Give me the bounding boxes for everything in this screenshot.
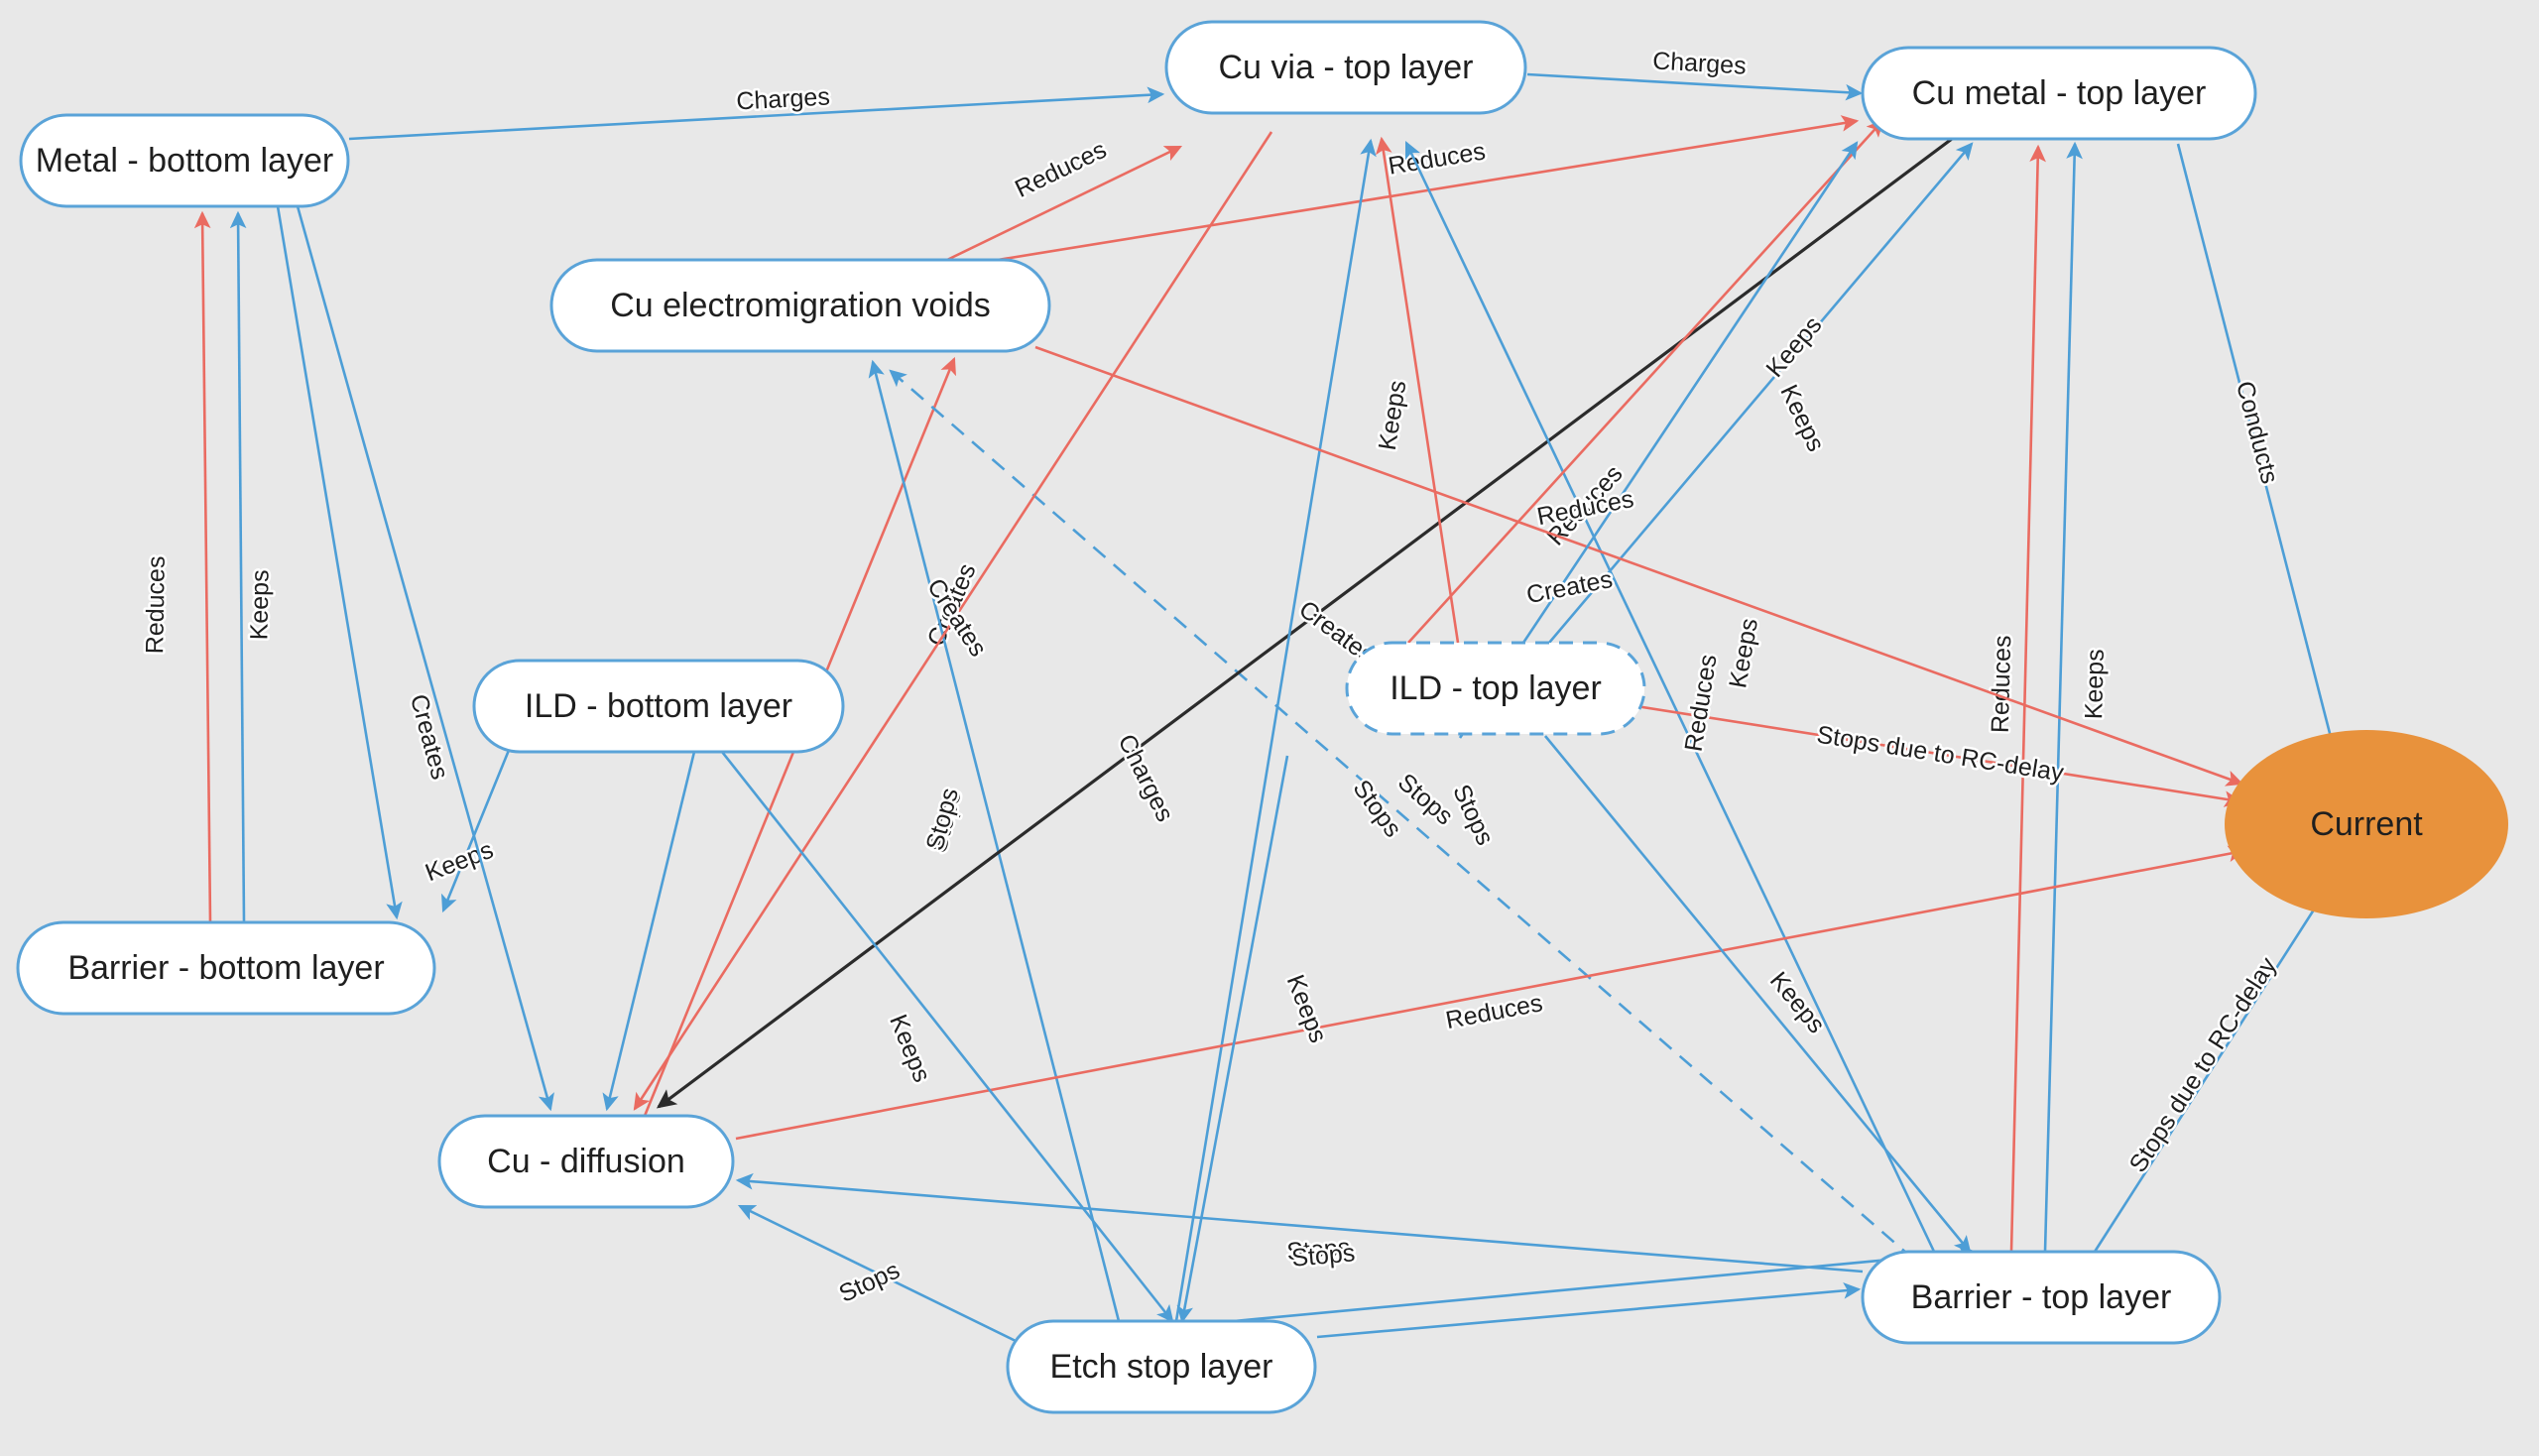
edge-label-reduces-voids-metal: Reduces: [1387, 137, 1488, 180]
edge-label-reduces-diff-current: Reduces: [1443, 989, 1544, 1034]
node-label-barrier-top-layer: Barrier - top layer: [1911, 1278, 2172, 1316]
node-ild-bottom-layer[interactable]: ILD - bottom layer: [472, 659, 845, 754]
edge-label-keeps-barriert-cumetal: Keeps: [2080, 649, 2110, 720]
node-label-barrier-bottom-layer: Barrier - bottom layer: [67, 949, 384, 987]
node-label-metal-bottom-layer: Metal - bottom layer: [36, 142, 333, 180]
node-label-ild-top-layer: ILD - top layer: [1390, 669, 1602, 707]
concept-map-canvas: Charges Charges Reduces Reduces Reduces …: [0, 0, 2539, 1456]
edge-label-rc-barriert-current: Stops due to RC-delay: [2124, 952, 2283, 1177]
node-ild-top-layer[interactable]: ILD - top layer: [1345, 641, 1646, 736]
nodes-layer: Metal - bottom layer Cu via - top layer …: [16, 20, 2508, 1414]
edge-center-charges-line[interactable]: [1176, 755, 1289, 1324]
node-label-current: Current: [2310, 805, 2423, 843]
node-label-cu-via-top-layer: Cu via - top layer: [1219, 49, 1474, 86]
edge-label-stops-etch-barriert: Stops: [1290, 1239, 1356, 1272]
edge-label-keeps-left-etch: Keeps: [884, 1011, 936, 1086]
edge-ild-top-to-cu-metal-reduces[interactable]: [1407, 119, 1884, 644]
edge-label-conducts-cumetal-current: Conducts: [2231, 378, 2284, 486]
node-label-cu-electromigration-voids: Cu electromigration voids: [610, 287, 991, 324]
node-label-cu-metal-top-layer: Cu metal - top layer: [1912, 74, 2207, 112]
edge-label-stops-etch-diff: Stops: [835, 1257, 905, 1308]
edge-barrier-top-to-cu-metal-reduces[interactable]: [2009, 144, 2046, 1253]
edge-metal-bottom-to-barrier-bottom-creates[interactable]: [276, 205, 403, 920]
edge-label-keeps-barriert-via: Keeps: [1774, 381, 1830, 456]
edge-label-keeps-lower-center: Keeps: [1281, 971, 1333, 1046]
node-current[interactable]: Current: [2225, 730, 2508, 918]
edge-label-reduces-barriert-cumetal: Reduces: [1987, 635, 2017, 733]
edge-label-charges-via-metal: Charges: [1651, 47, 1747, 79]
edge-etch-stop-to-barrier-top-stops[interactable]: [1316, 1282, 1862, 1339]
edge-voids-to-cu-metal-reduces[interactable]: [997, 115, 1860, 262]
edge-label-rc-ildt-current: Stops due to RC-delay: [1815, 721, 2066, 788]
edge-etch-stop-to-voids-stops[interactable]: [868, 359, 1121, 1322]
node-cu-via-top-layer[interactable]: Cu via - top layer: [1164, 20, 1527, 115]
node-cu-metal-top-layer[interactable]: Cu metal - top layer: [1861, 46, 2257, 141]
node-label-ild-bottom-layer: ILD - bottom layer: [525, 687, 792, 725]
edge-label-charges-center: Charges: [1113, 730, 1179, 826]
edge-barrier-top-to-cu-metal-keeps[interactable]: [2043, 141, 2083, 1253]
edge-label-keeps-ildt-cumetal: Keeps: [1760, 311, 1827, 383]
edge-label-reduces-barrierb-metalb: Reduces: [141, 555, 171, 654]
edge-label-keeps-barrierb-metalb: Keeps: [245, 569, 274, 640]
concept-map-svg: Charges Charges Reduces Reduces Reduces …: [16, 20, 2508, 1414]
edge-label-reduces-right-ild: Reduces: [1680, 653, 1723, 754]
edge-label-charges-metal-via: Charges: [736, 82, 831, 115]
node-barrier-top-layer[interactable]: Barrier - top layer: [1861, 1250, 2222, 1345]
edge-barrier-top-to-voids-stops-dashed[interactable]: [889, 369, 1915, 1261]
edge-label-stops-ild-right: Stops: [1447, 781, 1499, 850]
node-label-etch-stop-layer: Etch stop layer: [1050, 1348, 1273, 1386]
edge-ild-bottom-to-cu-diffusion-creates[interactable]: [602, 751, 696, 1112]
node-cu-diffusion[interactable]: Cu - diffusion: [437, 1114, 735, 1209]
node-label-cu-diffusion: Cu - diffusion: [487, 1143, 685, 1180]
edge-etch-stop-to-cu-via-keeps[interactable]: [1174, 138, 1377, 1322]
edge-voids-to-current-reduces[interactable]: [1034, 345, 2244, 787]
node-metal-bottom-layer[interactable]: Metal - bottom layer: [19, 113, 350, 208]
edge-barrier-bottom-to-metal-bottom-reduces[interactable]: [193, 210, 212, 923]
edge-barrier-bottom-to-metal-bottom-keeps[interactable]: [229, 210, 247, 923]
edge-label-keeps-topcenter: Keeps: [1374, 379, 1412, 452]
edge-label-keeps-ildt-barriert: Keeps: [1764, 967, 1831, 1039]
edge-label-keeps-farright: Keeps: [1724, 616, 1763, 690]
node-etch-stop-layer[interactable]: Etch stop layer: [1006, 1319, 1317, 1414]
edge-label-reduces-voids-via: Reduces: [1011, 136, 1111, 203]
node-barrier-bottom-layer[interactable]: Barrier - bottom layer: [16, 920, 436, 1016]
edge-cu-via-to-cu-metal-charges[interactable]: [1526, 72, 1864, 101]
node-cu-electromigration-voids[interactable]: Cu electromigration voids: [549, 258, 1051, 353]
